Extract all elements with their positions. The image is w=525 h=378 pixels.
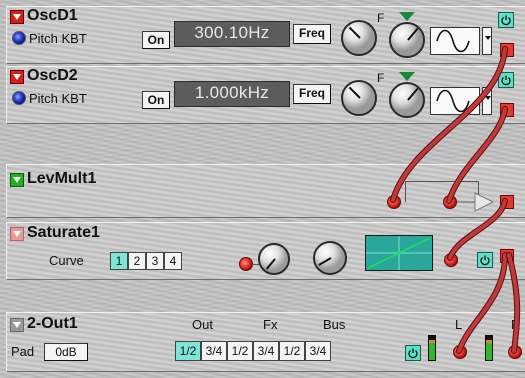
pitch-knob[interactable]: [341, 20, 377, 56]
audio-output-port[interactable]: [500, 103, 514, 117]
levmult1-module: LevMult1: [6, 164, 525, 218]
fine-marker-icon: [399, 12, 415, 21]
oscd2-module: OscD2 Pitch KBT On 1.000kHz Freq F: [6, 66, 525, 124]
out1-module: 2-Out1 Pad 0dB Out Fx Bus 1/2 3/4 1/2 3/…: [6, 312, 525, 372]
kbt-on-button[interactable]: On: [142, 31, 170, 49]
chevron-down-icon[interactable]: [482, 87, 492, 115]
freq-mode-button[interactable]: Freq: [293, 84, 331, 104]
curve-option-4[interactable]: 4: [164, 252, 182, 270]
audio-output-port[interactable]: [500, 195, 514, 209]
kbt-on-button[interactable]: On: [142, 91, 170, 109]
saturate1-module: Saturate1 Curve 1 2 3 4: [6, 222, 525, 280]
fine-label: F: [377, 71, 385, 85]
pad-label: Pad: [11, 344, 35, 359]
collapse-toggle-icon[interactable]: [10, 227, 24, 241]
fine-label: F: [377, 11, 385, 25]
module-title: Saturate1: [27, 224, 100, 241]
module-title: OscD2: [27, 67, 78, 84]
dest-header-out: Out: [192, 317, 213, 332]
level-meter-left: [428, 335, 436, 361]
power-icon[interactable]: [405, 345, 421, 361]
waveform-selector[interactable]: [430, 87, 480, 115]
dest-bus-3-4[interactable]: 3/4: [305, 341, 331, 361]
channel-label-left: L: [455, 317, 463, 332]
module-title: LevMult1: [27, 170, 97, 187]
module-title: OscD1: [27, 7, 78, 24]
fine-tune-knob[interactable]: [389, 82, 425, 118]
kbt-radio-icon[interactable]: [12, 91, 26, 105]
dest-out-3-4[interactable]: 3/4: [201, 341, 227, 361]
dest-header-bus: Bus: [323, 317, 346, 332]
modulation-input-port[interactable]: [239, 257, 253, 271]
oscd1-module: OscD1 Pitch KBT On 300.10Hz Freq F: [6, 6, 525, 64]
pitch-kbt-label: Pitch KBT: [29, 91, 87, 106]
collapse-toggle-icon[interactable]: [10, 318, 24, 332]
frequency-display[interactable]: 1.000kHz: [174, 81, 290, 107]
saturation-curve-display: [365, 235, 433, 271]
pitch-knob[interactable]: [341, 80, 377, 116]
dest-bus-1-2[interactable]: 1/2: [279, 341, 305, 361]
audio-input-port[interactable]: [387, 195, 401, 209]
left-input-port[interactable]: [453, 345, 467, 359]
collapse-toggle-icon[interactable]: [10, 10, 24, 24]
curve-label: Curve: [49, 253, 84, 268]
amount-knob[interactable]: [313, 241, 347, 275]
amplifier-triangle-icon: [457, 192, 495, 212]
right-input-port[interactable]: [508, 345, 522, 359]
module-title: 2-Out1: [27, 315, 78, 332]
waveform-selector[interactable]: [430, 27, 480, 55]
amount-mod-knob[interactable]: [258, 243, 290, 275]
dest-out-1-2[interactable]: 1/2: [175, 341, 201, 361]
chevron-down-icon[interactable]: [482, 27, 492, 55]
sine-wave-icon: [436, 89, 470, 113]
expand-toggle-icon[interactable]: [10, 173, 24, 187]
pad-selector-button[interactable]: 0dB: [44, 343, 88, 361]
frequency-display[interactable]: 300.10Hz: [174, 21, 290, 47]
fine-tune-knob[interactable]: [389, 22, 425, 58]
power-icon[interactable]: [498, 12, 514, 28]
audio-input-port[interactable]: [444, 253, 458, 267]
curve-option-1[interactable]: 1: [110, 252, 128, 270]
channel-label-right: R: [511, 317, 521, 332]
collapse-toggle-icon[interactable]: [10, 70, 24, 84]
sine-wave-icon: [436, 29, 470, 53]
power-icon[interactable]: [498, 72, 514, 88]
level-meter-right: [485, 335, 493, 361]
dest-header-fx: Fx: [263, 317, 278, 332]
audio-output-port[interactable]: [500, 43, 514, 57]
power-icon[interactable]: [477, 252, 493, 268]
kbt-radio-icon[interactable]: [12, 31, 26, 45]
pitch-kbt-label: Pitch KBT: [29, 31, 87, 46]
control-input-port[interactable]: [443, 195, 457, 209]
curve-option-3[interactable]: 3: [146, 252, 164, 270]
freq-mode-button[interactable]: Freq: [293, 24, 331, 44]
fine-marker-icon: [399, 72, 415, 81]
curve-option-2[interactable]: 2: [128, 252, 146, 270]
dest-fx-1-2[interactable]: 1/2: [227, 341, 253, 361]
dest-fx-3-4[interactable]: 3/4: [253, 341, 279, 361]
audio-output-port[interactable]: [500, 249, 514, 263]
